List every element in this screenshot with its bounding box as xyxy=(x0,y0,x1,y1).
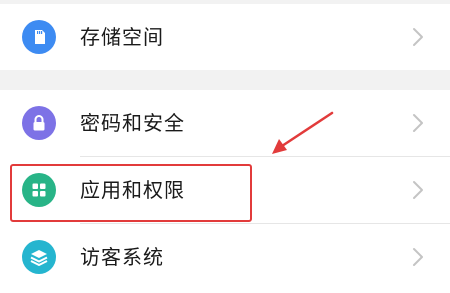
chevron-right-icon xyxy=(413,114,423,132)
sd-card-icon xyxy=(22,20,56,54)
settings-item-storage[interactable]: 存储空间 xyxy=(0,4,450,70)
section-separator xyxy=(0,70,450,90)
lock-icon xyxy=(22,106,56,140)
annotation-arrow-icon xyxy=(272,111,334,154)
highlight-box xyxy=(10,164,252,222)
layers-icon xyxy=(22,240,56,274)
settings-item-guest-system[interactable]: 访客系统 xyxy=(0,224,450,293)
chevron-right-icon xyxy=(413,248,423,266)
settings-item-password-security[interactable]: 密码和安全 xyxy=(0,90,450,156)
chevron-right-icon xyxy=(413,181,423,199)
settings-item-label: 存储空间 xyxy=(80,25,164,49)
settings-item-label: 密码和安全 xyxy=(80,111,185,135)
chevron-right-icon xyxy=(413,28,423,46)
settings-item-label: 访客系统 xyxy=(80,245,164,269)
